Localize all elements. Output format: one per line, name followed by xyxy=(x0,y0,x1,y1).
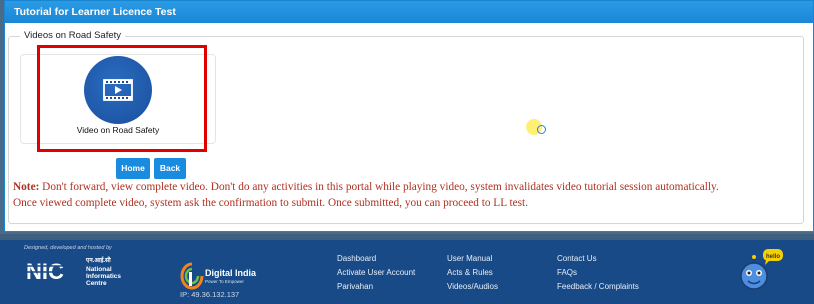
svg-text:NIC: NIC xyxy=(26,259,64,282)
footer-link-activate-user-account[interactable]: Activate User Account xyxy=(337,268,415,278)
footer-link-acts-rules[interactable]: Acts & Rules xyxy=(447,268,493,278)
digital-india-subtext: Power To Empower xyxy=(205,279,244,284)
digital-india-text: Digital India xyxy=(205,268,257,278)
note-line-2: Once viewed complete video, system ask t… xyxy=(13,197,529,209)
home-button[interactable]: Home xyxy=(116,158,150,179)
nic-line-2: Informatics xyxy=(86,273,122,280)
footer-link-user-manual[interactable]: User Manual xyxy=(447,254,492,264)
nic-hindi-text: एन.आई.सी xyxy=(86,258,111,264)
note-prefix: Note: xyxy=(13,181,40,193)
chatbot-mascot-icon[interactable]: hello xyxy=(736,248,784,296)
fieldset-legend: Videos on Road Safety xyxy=(20,29,126,43)
note-line-1: Note: Don't forward, view complete video… xyxy=(13,180,803,194)
video-play-icon[interactable] xyxy=(84,56,152,124)
footer-link-contact-us[interactable]: Contact Us xyxy=(557,254,597,264)
mascot-bubble-text: hello xyxy=(766,254,780,260)
digital-india-logo-icon xyxy=(180,262,204,290)
footer-link-feedback-complaints[interactable]: Feedback / Complaints xyxy=(557,282,639,292)
nic-logo-icon: NIC xyxy=(26,259,78,282)
footer-link-dashboard[interactable]: Dashboard xyxy=(337,254,376,264)
footer-credit: Designed, developed and hosted by xyxy=(24,245,112,251)
panel-title: Tutorial for Learner Licence Test xyxy=(5,1,813,23)
ip-address: IP: 49.36.132.137 xyxy=(180,290,240,299)
note-text-1: Don't forward, view complete video. Don'… xyxy=(39,181,719,193)
loading-ring-icon xyxy=(537,125,546,134)
nic-line-1: National xyxy=(86,266,112,273)
footer-link-videos-audios[interactable]: Videos/Audios xyxy=(447,282,498,292)
back-button[interactable]: Back xyxy=(154,158,186,179)
nic-line-3: Centre xyxy=(86,280,107,287)
film-play-icon xyxy=(103,79,133,101)
video-label[interactable]: Video on Road Safety xyxy=(40,124,196,136)
footer-link-parivahan[interactable]: Parivahan xyxy=(337,282,373,292)
nic-name: National Informatics Centre xyxy=(86,266,121,287)
footer-link-faqs[interactable]: FAQs xyxy=(557,268,577,278)
